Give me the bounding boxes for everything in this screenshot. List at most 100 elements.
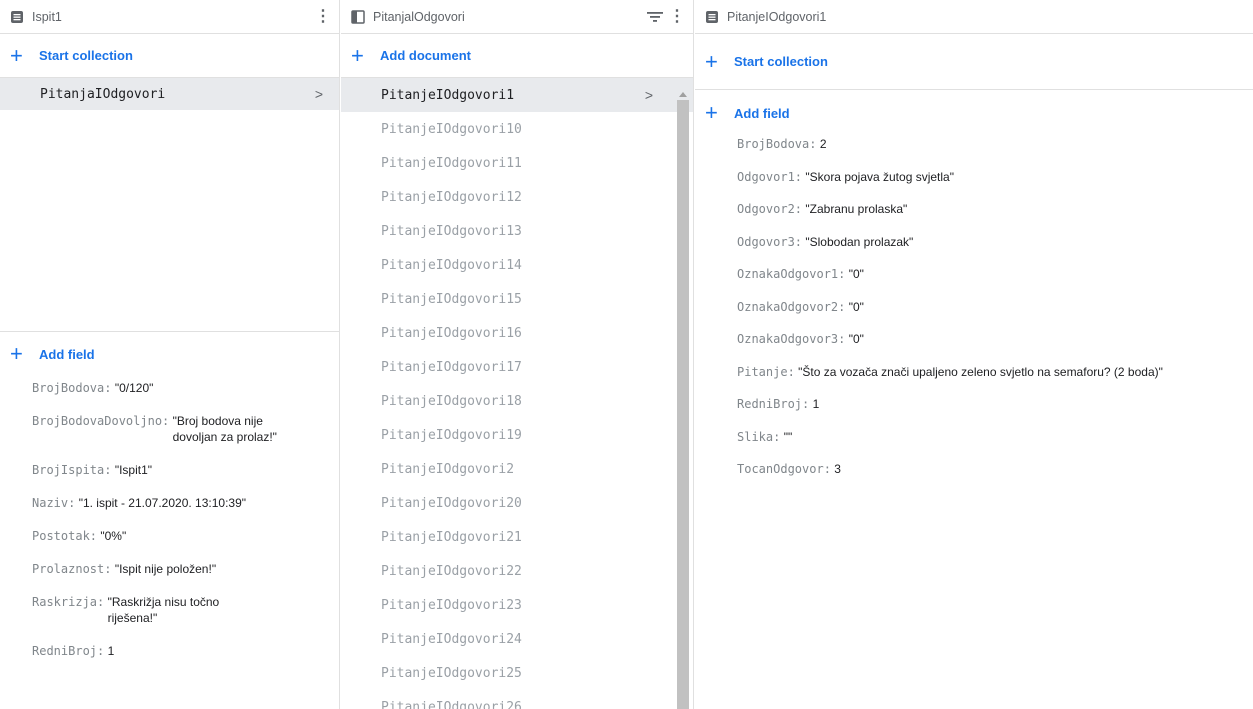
- field-key: Pitanje:: [737, 364, 795, 379]
- field-row[interactable]: BrojBodova: "0/120": [32, 380, 339, 396]
- start-collection-label: Start collection: [734, 54, 828, 69]
- field-row[interactable]: Slika: "": [737, 429, 1253, 445]
- start-collection-label: Start collection: [39, 48, 133, 63]
- document-item[interactable]: PitanjeIOdgovori14: [341, 248, 693, 282]
- field-key: Odgovor3:: [737, 234, 803, 249]
- field-key: Postotak:: [32, 529, 98, 543]
- document-label: PitanjeIOdgovori19: [381, 427, 522, 443]
- field-row[interactable]: BrojBodova: 2: [737, 136, 1253, 152]
- field-row[interactable]: TocanOdgovor: 3: [737, 461, 1253, 477]
- document-item[interactable]: PitanjeIOdgovori15: [341, 282, 693, 316]
- chevron-right-icon: >: [314, 86, 323, 102]
- document-item[interactable]: PitanjeIOdgovori19: [341, 418, 693, 452]
- document-label: PitanjeIOdgovori17: [381, 359, 522, 375]
- document-label: PitanjeIOdgovori11: [381, 155, 522, 171]
- field-value: "0%": [100, 529, 127, 543]
- field-row[interactable]: Raskrizja: "Raskrižja nisu točno riješen…: [32, 594, 339, 626]
- document-item[interactable]: PitanjeIOdgovori25: [341, 656, 693, 690]
- document-item[interactable]: PitanjeIOdgovori13: [341, 214, 693, 248]
- document-item[interactable]: PitanjeIOdgovori23: [341, 588, 693, 622]
- field-key: RedniBroj:: [737, 397, 810, 411]
- document-item[interactable]: PitanjeIOdgovori11: [341, 146, 693, 180]
- field-value: "0": [848, 299, 864, 314]
- field-row[interactable]: Naziv: "1. ispit - 21.07.2020. 13:10:39": [32, 495, 339, 511]
- document-label: PitanjeIOdgovori22: [381, 563, 522, 579]
- add-icon: +: [10, 341, 23, 366]
- panel-title: Ispit1: [32, 9, 62, 24]
- field-value: "0": [848, 332, 864, 346]
- field-row[interactable]: Odgovor3: "Slobodan prolazak": [737, 234, 1253, 250]
- field-row[interactable]: OznakaOdgovor1: "0": [737, 266, 1253, 282]
- scroll-up-arrow[interactable]: [679, 92, 687, 97]
- field-row[interactable]: Odgovor1: "Skora pojava žutog svjetla": [737, 169, 1253, 185]
- field-key: Naziv:: [32, 496, 76, 510]
- field-key: OznakaOdgovor3:: [737, 332, 846, 346]
- document-label: PitanjeIOdgovori10: [381, 121, 522, 137]
- document-item[interactable]: PitanjeIOdgovori16: [341, 316, 693, 350]
- field-row[interactable]: BrojIspita: "Ispit1": [32, 462, 339, 478]
- field-row[interactable]: Odgovor2: "Zabranu prolaska": [737, 201, 1253, 217]
- field-row[interactable]: RedniBroj: 1: [32, 643, 339, 659]
- more-vert-icon[interactable]: ⋮: [669, 8, 685, 24]
- field-key: OznakaOdgovor2:: [737, 299, 846, 314]
- document-label: PitanjeIOdgovori13: [381, 223, 522, 239]
- field-list: BrojBodova: "0/120" BrojBodovaDovoljno: …: [0, 376, 339, 659]
- field-value: "0": [848, 267, 864, 281]
- field-key: Prolaznost:: [32, 562, 112, 576]
- document-label: PitanjeIOdgovori16: [381, 325, 522, 341]
- scrollbar-thumb[interactable]: [677, 100, 689, 709]
- add-icon: +: [705, 100, 718, 125]
- add-document-button[interactable]: + Add document: [341, 34, 693, 78]
- field-value: "Ispit1": [114, 463, 153, 477]
- chevron-right-icon: >: [644, 87, 653, 103]
- add-icon: +: [705, 48, 718, 74]
- start-collection-button[interactable]: + Start collection: [0, 34, 339, 78]
- field-value: "": [783, 429, 793, 444]
- field-row[interactable]: BrojBodovaDovoljno: "Broj bodova nije do…: [32, 413, 339, 445]
- field-value: 1: [812, 397, 820, 411]
- document-item[interactable]: PitanjeIOdgovori2: [341, 452, 693, 486]
- document-icon: [11, 10, 23, 23]
- field-key: OznakaOdgovor1:: [737, 267, 846, 281]
- field-row[interactable]: Pitanje: "Što za vozača znači upaljeno z…: [737, 364, 1253, 380]
- more-vert-icon[interactable]: ⋮: [315, 8, 331, 24]
- field-list: BrojBodova: 2 Odgovor1: "Skora pojava žu…: [695, 136, 1253, 477]
- field-value: 1: [107, 644, 115, 658]
- field-row[interactable]: Prolaznost: "Ispit nije položen!": [32, 561, 339, 577]
- panel-header: PitanjalOdgovori ⋮: [341, 0, 693, 34]
- document-label: PitanjeIOdgovori15: [381, 291, 522, 307]
- start-collection-button[interactable]: + Start collection: [695, 34, 1253, 90]
- add-icon: +: [10, 42, 23, 68]
- document-item[interactable]: PitanjeIOdgovori17: [341, 350, 693, 384]
- document-item[interactable]: PitanjeIOdgovori22: [341, 554, 693, 588]
- document-item[interactable]: PitanjeIOdgovori24: [341, 622, 693, 656]
- document-item[interactable]: PitanjeIOdgovori12: [341, 180, 693, 214]
- field-key: TocanOdgovor:: [737, 462, 831, 476]
- field-row[interactable]: OznakaOdgovor3: "0": [737, 331, 1253, 347]
- document-item[interactable]: PitanjeIOdgovori26: [341, 690, 693, 709]
- field-value: 3: [834, 462, 841, 476]
- document-item[interactable]: PitanjeIOdgovori21: [341, 520, 693, 554]
- document-item[interactable]: PitanjeIOdgovori18: [341, 384, 693, 418]
- collection-label: PitanjaIOdgovori: [40, 86, 166, 102]
- add-icon: +: [351, 42, 364, 68]
- document-icon: [706, 10, 718, 23]
- field-row[interactable]: Postotak: "0%": [32, 528, 339, 544]
- field-key: BrojBodova:: [32, 381, 112, 395]
- collection-list-spacer: [0, 110, 339, 332]
- field-key: Odgovor1:: [737, 169, 803, 184]
- filter-icon[interactable]: [645, 10, 665, 24]
- collection-item[interactable]: PitanjaIOdgovori >: [0, 78, 339, 110]
- document-label: PitanjeIOdgovori23: [381, 597, 522, 613]
- document-item[interactable]: PitanjeIOdgovori10: [341, 112, 693, 146]
- field-row[interactable]: OznakaOdgovor2: "0": [737, 299, 1253, 315]
- add-field-label: Add field: [734, 105, 790, 121]
- field-key: BrojIspita:: [32, 463, 112, 477]
- document-item[interactable]: PitanjeIOdgovori20: [341, 486, 693, 520]
- document-item[interactable]: PitanjeIOdgovori1 >: [341, 78, 693, 112]
- add-field-label: Add field: [39, 346, 95, 362]
- field-row[interactable]: RedniBroj: 1: [737, 396, 1253, 412]
- add-field-button[interactable]: + Add field: [695, 90, 1253, 136]
- document-label: PitanjeIOdgovori18: [381, 393, 522, 409]
- add-field-button[interactable]: + Add field: [0, 332, 339, 376]
